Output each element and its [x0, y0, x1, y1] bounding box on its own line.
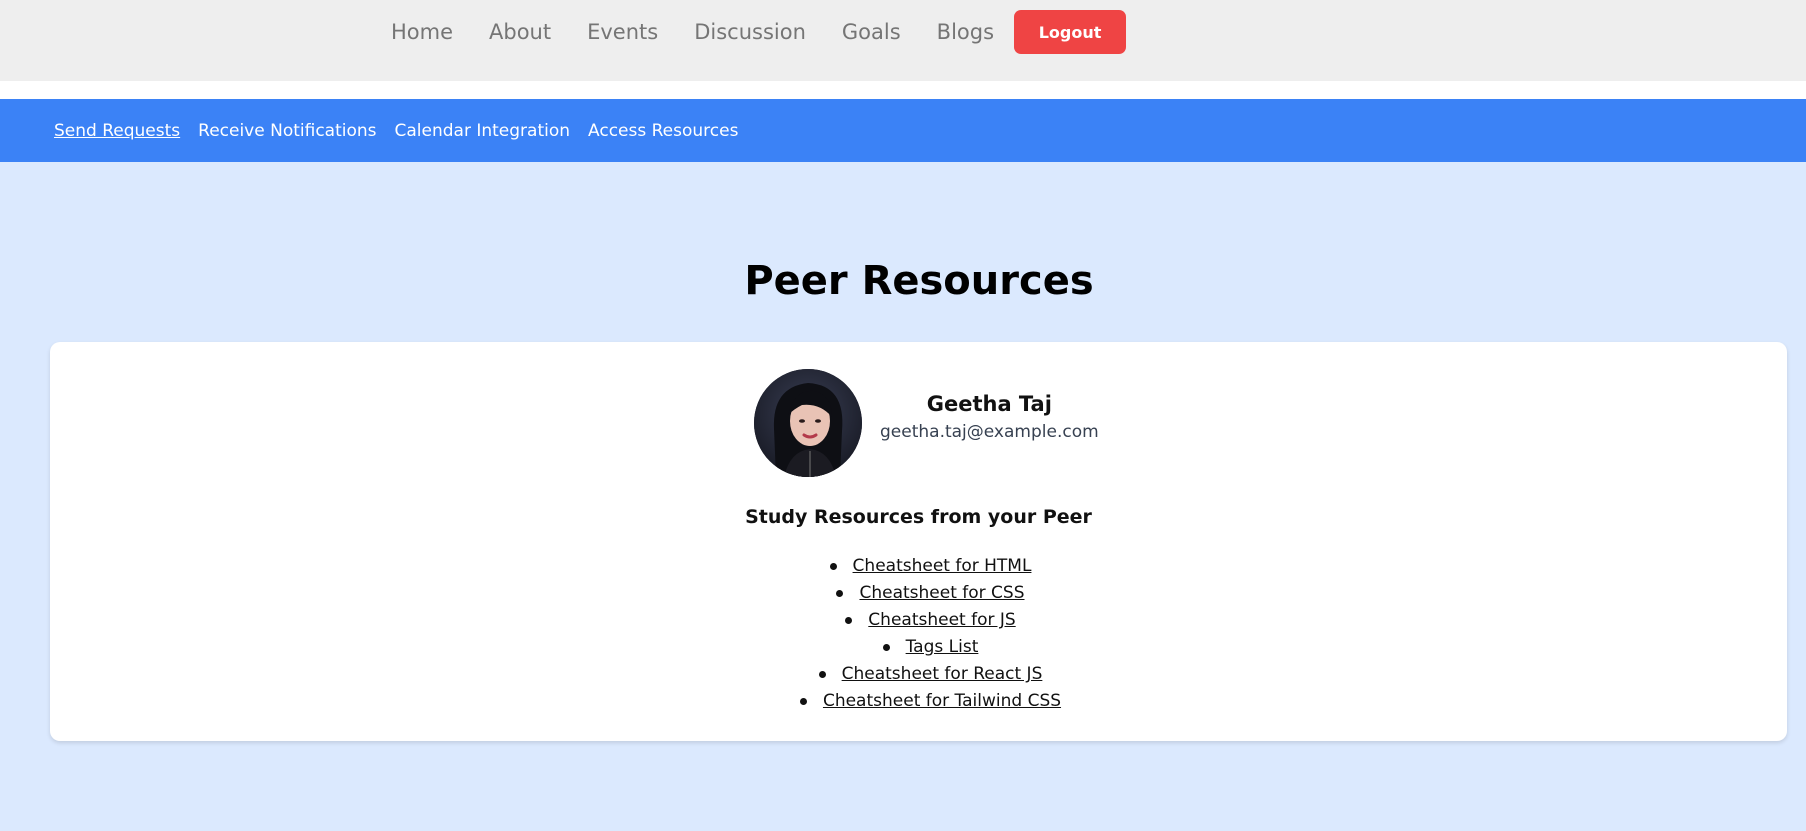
list-item: Cheatsheet for CSS: [50, 580, 1806, 607]
list-item: Tags List: [50, 634, 1806, 661]
main-nav: Home About Events Discussion Goals Blogs…: [373, 10, 1127, 54]
list-item: Cheatsheet for Tailwind CSS: [50, 688, 1806, 715]
subnav-calendar-integration[interactable]: Calendar Integration: [395, 121, 571, 141]
bullet-icon: [845, 616, 853, 624]
peer-email: geetha.taj@example.com: [880, 422, 1099, 442]
resources-heading: Study Resources from your Peer: [745, 506, 1092, 528]
avatar-image: [754, 369, 862, 477]
nav-link-goals[interactable]: Goals: [842, 10, 901, 54]
subnav-receive-notifications[interactable]: Receive Notifications: [198, 121, 376, 141]
nav-link-blogs[interactable]: Blogs: [937, 10, 994, 54]
bullet-icon: [836, 589, 844, 597]
list-item: Cheatsheet for JS: [50, 607, 1806, 634]
resource-link-js[interactable]: Cheatsheet for JS: [868, 610, 1015, 630]
resource-list: Cheatsheet for HTML Cheatsheet for CSS C…: [50, 553, 1806, 715]
peer-name: Geetha Taj: [926, 392, 1052, 416]
list-item: Cheatsheet for React JS: [50, 661, 1806, 688]
profile-info: Geetha Taj geetha.taj@example.com: [880, 389, 1099, 445]
page-title: Peer Resources: [744, 258, 1094, 304]
header-divider: [0, 81, 1806, 99]
subnav-send-requests[interactable]: Send Requests: [54, 121, 180, 141]
resource-link-tags-list[interactable]: Tags List: [906, 637, 979, 657]
resource-link-css[interactable]: Cheatsheet for CSS: [859, 583, 1024, 603]
secondary-nav: Send Requests Receive Notifications Cale…: [0, 99, 1806, 162]
nav-link-discussion[interactable]: Discussion: [694, 10, 806, 54]
logout-button[interactable]: Logout: [1014, 10, 1127, 54]
resource-link-react-js[interactable]: Cheatsheet for React JS: [842, 664, 1043, 684]
bullet-icon: [882, 643, 890, 651]
bullet-icon: [818, 670, 826, 678]
top-navbar: Home About Events Discussion Goals Blogs…: [0, 0, 1806, 81]
list-item: Cheatsheet for HTML: [50, 553, 1806, 580]
peer-profile: Geetha Taj geetha.taj@example.com: [754, 369, 1099, 477]
avatar: [754, 369, 862, 477]
bullet-icon: [799, 697, 807, 705]
bullet-icon: [829, 562, 837, 570]
resource-link-tailwind-css[interactable]: Cheatsheet for Tailwind CSS: [823, 691, 1061, 711]
resource-link-html[interactable]: Cheatsheet for HTML: [853, 556, 1032, 576]
nav-link-home[interactable]: Home: [391, 10, 453, 54]
nav-link-events[interactable]: Events: [587, 10, 658, 54]
peer-resource-card: Geetha Taj geetha.taj@example.com Study …: [50, 342, 1787, 741]
nav-link-about[interactable]: About: [489, 10, 551, 54]
subnav-access-resources[interactable]: Access Resources: [588, 121, 738, 141]
